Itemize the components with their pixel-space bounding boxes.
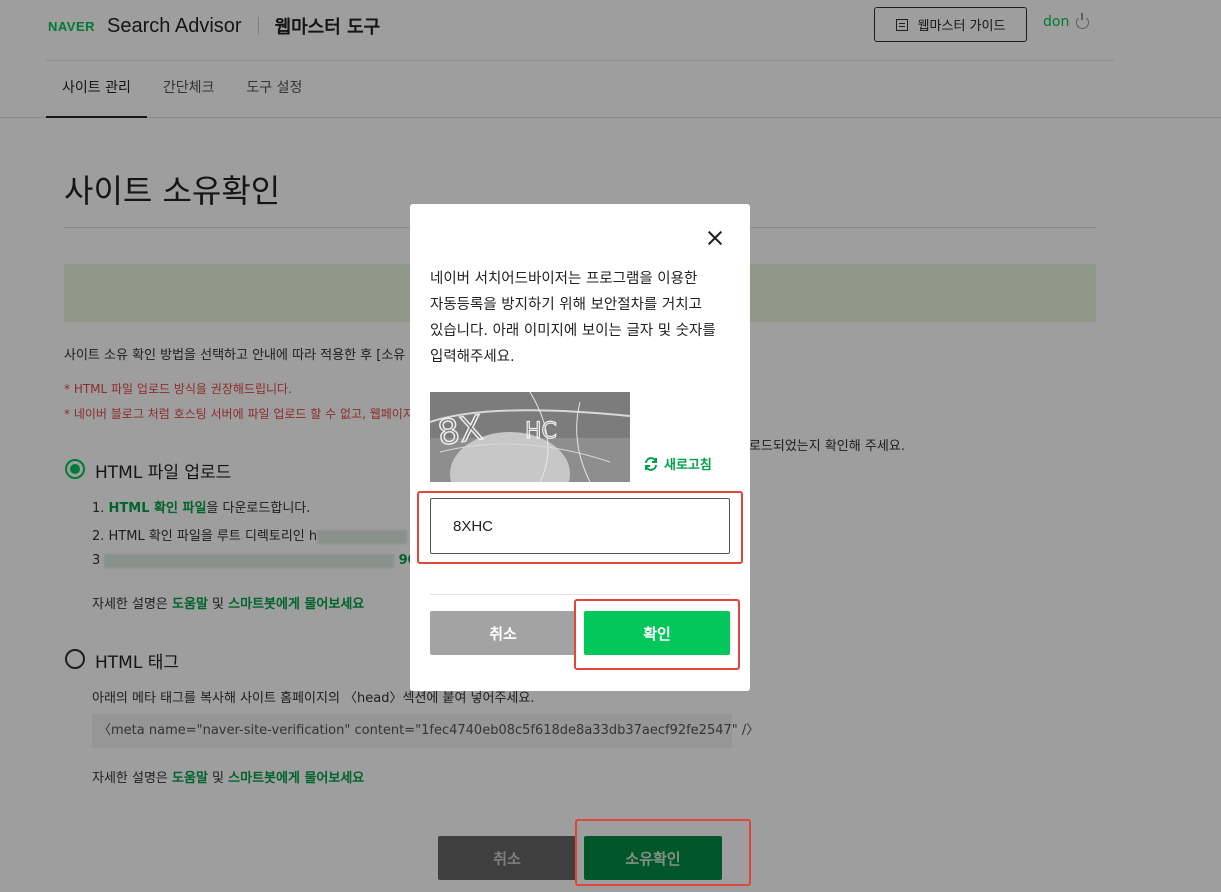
highlight-modal-confirm bbox=[574, 599, 740, 670]
captcha-image: 8X HC bbox=[430, 392, 630, 482]
svg-text:8X: 8X bbox=[435, 408, 485, 454]
highlight-input bbox=[417, 491, 743, 564]
refresh-label: 새로고침 bbox=[664, 458, 712, 473]
refresh-icon bbox=[645, 456, 657, 471]
refresh-captcha-button[interactable]: 새로고침 bbox=[643, 454, 712, 473]
modal-divider bbox=[430, 594, 730, 595]
close-icon[interactable] bbox=[705, 228, 725, 248]
svg-text:HC: HC bbox=[525, 419, 557, 444]
modal-cancel-button[interactable]: 취소 bbox=[430, 611, 576, 655]
captcha-message: 네이버 서치어드바이저는 프로그램을 이용한 자동등록을 방지하기 위해 보안절… bbox=[430, 271, 716, 365]
highlight-ownership-confirm bbox=[575, 819, 751, 886]
